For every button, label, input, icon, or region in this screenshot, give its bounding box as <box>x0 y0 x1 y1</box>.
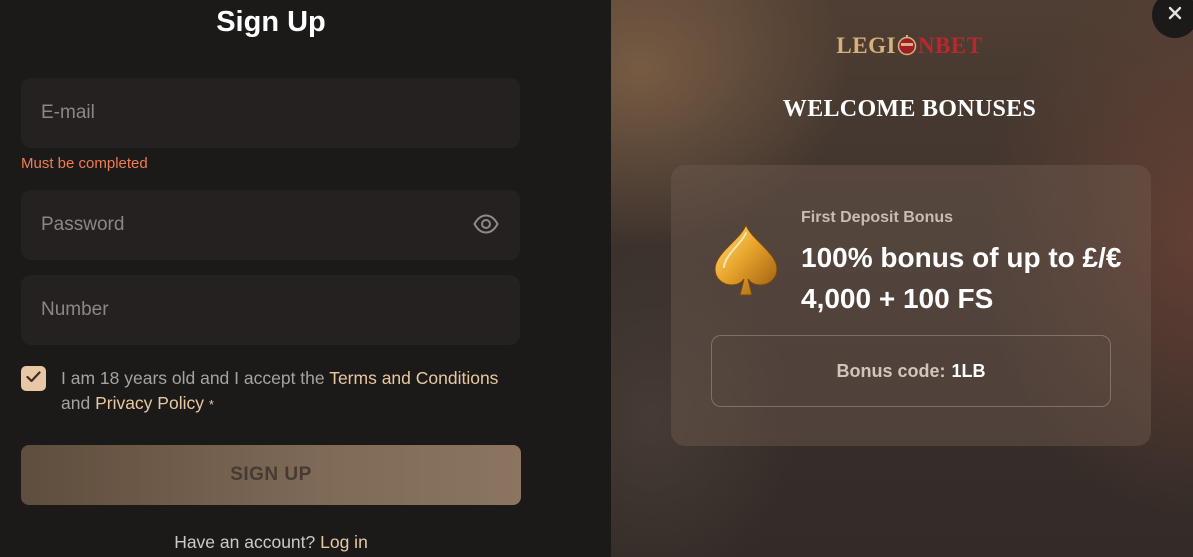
password-input[interactable] <box>21 190 520 260</box>
email-field-wrapper <box>21 78 520 148</box>
have-account-label: Have an account? <box>174 532 321 552</box>
bonus-title: 100% bonus of up to £/€ 4,000 + 100 FS <box>801 242 1122 314</box>
spade-icon <box>711 223 781 304</box>
terms-text: I am 18 years old and I accept the Terms… <box>61 366 521 417</box>
bonus-code-box[interactable]: Bonus code: 1LB <box>711 335 1111 407</box>
check-icon <box>26 370 41 388</box>
privacy-policy-link[interactable]: Privacy Policy <box>95 393 204 413</box>
welcome-heading: WELCOME BONUSES <box>782 96 1037 122</box>
signup-title: Sign Up <box>216 6 326 38</box>
bonus-code-value: 1LB <box>951 360 986 381</box>
promo-panel: LEGI NBET WELCOME BONUSES First Deposit … <box>611 0 1193 557</box>
bonus-label: First Deposit Bonus <box>801 209 954 226</box>
have-account-text: Have an account? Log in <box>0 532 542 553</box>
required-mark: * <box>208 397 214 412</box>
sign-up-button[interactable]: SIGN UP <box>21 445 521 505</box>
terms-and: and <box>61 393 96 413</box>
eye-icon[interactable] <box>473 214 499 234</box>
password-field-wrapper <box>21 190 520 260</box>
brand-logo: LEGI NBET <box>611 33 1193 59</box>
signup-panel: Sign Up Must be completed I am 18 years … <box>0 0 611 557</box>
bonus-card: First Deposit Bonus 100% bonus of up to … <box>671 165 1151 446</box>
email-input[interactable] <box>21 78 520 148</box>
close-icon <box>1168 6 1182 25</box>
terms-prefix: I am 18 years old and I accept the <box>61 368 330 388</box>
logo-text-left: LEGI <box>836 33 896 58</box>
number-field-wrapper <box>21 275 520 345</box>
helmet-icon <box>896 33 918 58</box>
number-input[interactable] <box>21 275 520 345</box>
terms-and-conditions-link[interactable]: Terms and Conditions <box>329 368 498 388</box>
bonus-code-label: Bonus code: <box>836 360 946 381</box>
login-link[interactable]: Log in <box>320 532 368 552</box>
email-error-message: Must be completed <box>21 155 148 172</box>
logo-text-right: NBET <box>917 33 983 58</box>
terms-checkbox[interactable] <box>21 366 46 391</box>
